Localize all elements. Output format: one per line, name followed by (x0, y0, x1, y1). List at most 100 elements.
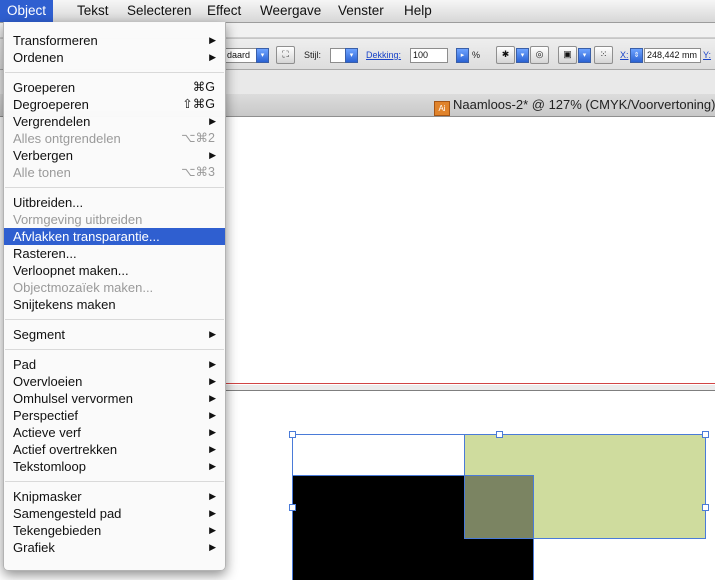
menu-separator (5, 349, 224, 350)
menu-item-label: Vormgeving uitbreiden (13, 212, 143, 227)
recolor-arrow-icon[interactable]: ▾ (516, 48, 529, 63)
menu-item-omhulsel-vervormen[interactable]: Omhulsel vervormen ▶ (4, 390, 225, 407)
menu-separator (5, 481, 224, 482)
menu-item-overvloeien[interactable]: Overvloeien ▶ (4, 373, 225, 390)
style-swatch-arrow-icon[interactable]: ▾ (345, 48, 358, 63)
submenu-arrow-icon: ▶ (209, 508, 216, 518)
overlap-rectangle[interactable] (464, 475, 534, 539)
menu-bar: Object Tekst Selecteren Effect Weergave … (0, 0, 715, 23)
menu-selecteren[interactable]: Selecteren (120, 0, 199, 22)
green-path-left (464, 434, 465, 539)
menu-item-label: Perspectief (13, 408, 79, 423)
x-label[interactable]: X: (620, 50, 629, 60)
menu-item-ordenen[interactable]: Ordenen ▶ (4, 49, 225, 66)
menu-item-label: Samengesteld pad (13, 506, 122, 521)
opacity-input[interactable]: 100 (410, 48, 448, 63)
menu-item-transformeren[interactable]: Transformeren ▶ (4, 32, 225, 49)
menu-item-verbergen[interactable]: Verbergen ▶ (4, 147, 225, 164)
menu-item-degroeperen[interactable]: Degroeperen ⇧⌘G (4, 96, 225, 113)
submenu-arrow-icon: ▶ (209, 52, 216, 62)
opacity-label[interactable]: Dekking: (366, 50, 401, 60)
menu-item-tekstomloop[interactable]: Tekstomloop ▶ (4, 458, 225, 475)
menu-weergave[interactable]: Weergave (253, 0, 328, 22)
y-label[interactable]: Y: (703, 50, 711, 60)
submenu-arrow-icon: ▶ (209, 393, 216, 403)
style-label: Stijl: (304, 50, 322, 60)
opacity-arrow-icon[interactable]: ▸ (456, 48, 469, 63)
selection-handle[interactable] (702, 504, 709, 511)
menu-item-segment[interactable]: Segment ▶ (4, 326, 225, 343)
selection-bounding-box-right (705, 434, 706, 539)
submenu-arrow-icon: ▶ (209, 376, 216, 386)
menu-item-label: Rasteren... (13, 246, 77, 261)
menu-item-knipmasker[interactable]: Knipmasker ▶ (4, 488, 225, 505)
x-stepper-icon[interactable]: ⇕ (630, 48, 643, 63)
menu-item-actieve-verf[interactable]: Actieve verf ▶ (4, 424, 225, 441)
menu-item-rasteren[interactable]: Rasteren... (4, 245, 225, 262)
selection-handle[interactable] (702, 431, 709, 438)
align-arrow-icon[interactable]: ▾ (578, 48, 591, 63)
menu-item-label: Verloopnet maken... (13, 263, 129, 278)
menu-separator (5, 319, 224, 320)
shortcut-label: ⌥⌘3 (181, 165, 215, 179)
black-path-right (533, 475, 534, 580)
isolate-icon[interactable]: ◎ (530, 46, 549, 64)
menu-item-label: Ordenen (13, 50, 64, 65)
menu-tekst[interactable]: Tekst (70, 0, 116, 22)
submenu-arrow-icon: ▶ (209, 359, 216, 369)
menu-separator (5, 72, 224, 73)
percent-label: % (472, 50, 481, 60)
menu-item-verloopnet-maken[interactable]: Verloopnet maken... (4, 262, 225, 279)
submenu-arrow-icon: ▶ (209, 329, 216, 339)
menu-item-label: Pad (13, 357, 37, 372)
menu-item-label: Overvloeien (13, 374, 83, 389)
menu-item-alle-tonen: Alle tonen ⌥⌘3 (4, 164, 225, 181)
graphic-style-icon[interactable]: ⛶ (276, 46, 295, 64)
submenu-arrow-icon: ▶ (209, 427, 216, 437)
submenu-arrow-icon: ▶ (209, 116, 216, 126)
menu-item-perspectief[interactable]: Perspectief ▶ (4, 407, 225, 424)
menu-item-label: Grafiek (13, 540, 55, 555)
document-tab[interactable]: Ai Naamloos-2* @ 127% (CMYK/Voorvertoning… (434, 97, 715, 116)
menu-item-label: Transformeren (13, 33, 98, 48)
x-input[interactable]: 248,442 mm (644, 48, 701, 63)
menu-item-objectmozaiek-maken: Objectmozaïek maken... (4, 279, 225, 296)
recolor-icon[interactable]: ✱ (496, 46, 515, 64)
align-icon[interactable]: ▣ (558, 46, 577, 64)
submenu-arrow-icon: ▶ (209, 444, 216, 454)
menu-item-vergrendelen[interactable]: Vergrendelen ▶ (4, 113, 225, 130)
shortcut-label: ⌘G (192, 80, 215, 94)
menu-item-samengesteld-pad[interactable]: Samengesteld pad ▶ (4, 505, 225, 522)
green-path-bottom (464, 538, 706, 539)
menu-item-label: Groeperen (13, 80, 76, 95)
menu-item-afvlakken-transparantie[interactable]: Afvlakken transparantie... (4, 228, 225, 245)
menu-object[interactable]: Object (0, 0, 54, 22)
menu-item-vormgeving-uitbreiden: Vormgeving uitbreiden (4, 211, 225, 228)
menu-item-pad[interactable]: Pad ▶ (4, 356, 225, 373)
menu-item-label: Omhulsel vervormen (13, 391, 133, 406)
menu-item-snijtekens-maken[interactable]: Snijtekens maken (4, 296, 225, 313)
style-dropdown[interactable]: daard (224, 48, 258, 63)
menu-item-tekengebieden[interactable]: Tekengebieden ▶ (4, 522, 225, 539)
submenu-arrow-icon: ▶ (209, 150, 216, 160)
bleed-guide (225, 383, 715, 384)
submenu-arrow-icon: ▶ (209, 35, 216, 45)
selection-handle[interactable] (289, 504, 296, 511)
menu-item-groeperen[interactable]: Groeperen ⌘G (4, 79, 225, 96)
menu-item-grafiek[interactable]: Grafiek ▶ (4, 539, 225, 556)
menu-item-label: Snijtekens maken (13, 297, 116, 312)
selection-handle[interactable] (289, 431, 296, 438)
menu-item-label: Objectmozaïek maken... (13, 280, 154, 295)
menu-effect[interactable]: Effect (200, 0, 248, 22)
menu-help[interactable]: Help (397, 0, 439, 22)
selection-handle[interactable] (496, 431, 503, 438)
menu-item-label: Verbergen (13, 148, 73, 163)
menu-item-label: Alle tonen (13, 165, 71, 180)
menu-item-actief-overtrekken[interactable]: Actief overtrekken ▶ (4, 441, 225, 458)
submenu-arrow-icon: ▶ (209, 410, 216, 420)
menu-venster[interactable]: Venster (331, 0, 391, 22)
reference-point-icon[interactable]: ⁙ (594, 46, 613, 64)
style-dropdown-arrow-icon[interactable]: ▾ (256, 48, 269, 63)
menu-item-label: Segment (13, 327, 66, 342)
menu-item-uitbreiden[interactable]: Uitbreiden... (4, 194, 225, 211)
